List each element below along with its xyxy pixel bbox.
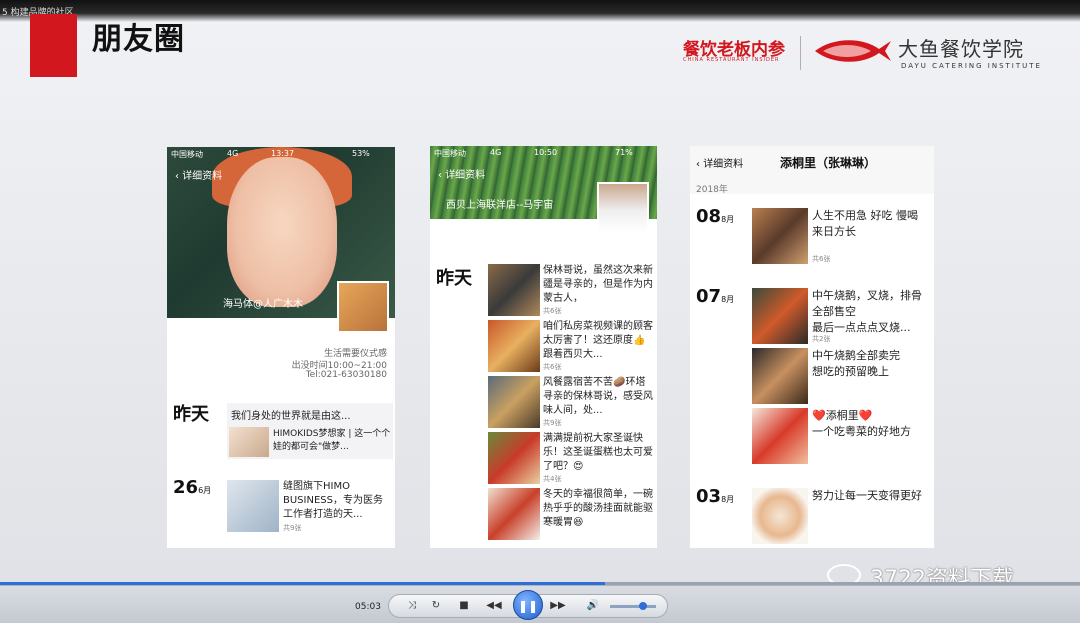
text-post[interactable]: 我们身处的世界就是由这... — [227, 403, 393, 425]
date-month: 8月 — [721, 295, 735, 304]
brand-insider-subtitle: CHINA RESTAURANT INSIDER — [683, 57, 780, 63]
profile-name: 海马体@人广木木 — [223, 299, 303, 310]
post-photo-grid — [488, 320, 540, 372]
post-text: 人生不用急 好吃 慢喝 来日方长 — [812, 209, 918, 238]
post-text: 咱们私房菜视频课的顾客太厉害了！这还原度👍跟着西贝大... — [543, 321, 653, 360]
date-label: 038月 — [696, 486, 734, 507]
post-photo[interactable] — [227, 480, 279, 532]
post-photo-grid — [488, 488, 540, 540]
post-text: 中午烧鹅，叉烧，排骨全部售空 最后一点点点叉烧... — [812, 289, 922, 334]
slide-stage: 5 构建品牌的社区 朋友圈 餐饮老板内参 CHINA RESTAURANT IN… — [0, 0, 1080, 623]
network-label: 4G — [227, 149, 239, 158]
signature-line-3: Tel:021-63030180 — [305, 370, 387, 380]
date-day: 26 — [173, 477, 199, 498]
shuffle-icon[interactable]: ⤨ — [404, 598, 420, 614]
accent-block — [30, 14, 77, 77]
post-text: 风餐露宿苦不苦🥔环塔寻亲的保林哥说，感受风味人间，处... — [543, 377, 653, 416]
battery-label: 53% — [352, 149, 370, 158]
status-bar: 中国移动 4G 10:50 71% — [430, 146, 657, 160]
network-label: 4G — [490, 148, 502, 157]
date-month: 8月 — [721, 495, 735, 504]
avatar[interactable] — [337, 281, 389, 333]
phone-screenshot-himo: 中国移动 4G 13:37 53% ‹ 详细资料 海马体@人广木木 生活需要仪式… — [167, 147, 395, 548]
date-label: 088月 — [696, 206, 734, 227]
profile-name: 西贝上海联洋店--马宇宙 — [446, 200, 554, 211]
feed-item[interactable]: 咱们私房菜视频课的顾客太厉害了！这还原度👍跟着西贝大... 共6张 — [488, 320, 653, 376]
back-label: 详细资料 — [182, 171, 223, 182]
link-post[interactable]: HIMOKIDS梦想家 | 这一个个娃的都可会"做梦... — [227, 425, 393, 459]
post-text: 努力让每一天变得更好 — [812, 489, 922, 502]
date-day: 07 — [696, 286, 722, 307]
photo-count: 共4张 — [543, 475, 562, 483]
nav-header: ‹ 详细资料 添桐里（张琳琳） — [690, 146, 934, 176]
photo-count: 共6张 — [543, 307, 562, 315]
post-photo[interactable] — [752, 348, 808, 404]
post-text: ❤️添桐里❤️ 一个吃粤菜的好地方 — [812, 409, 911, 438]
post-text: 保林哥说，虽然这次来新疆是寻亲的，但是作为内蒙古人， — [543, 265, 653, 304]
stop-icon[interactable]: ■ — [456, 598, 472, 614]
post-photo-grid — [488, 376, 540, 428]
feed-item[interactable]: 冬天的幸福很简单，一碗热乎乎的酸汤挂面就能驱寒暖胃😆 — [488, 488, 653, 544]
back-button[interactable]: ‹ 详细资料 — [175, 167, 222, 182]
date-month: 8月 — [721, 215, 735, 224]
date-day: 03 — [696, 486, 722, 507]
fish-logo-icon — [815, 40, 891, 62]
cover-photo-face — [227, 157, 337, 307]
feed-item[interactable]: 保林哥说，虽然这次来新疆是寻亲的，但是作为内蒙古人， 共6张 — [488, 264, 653, 320]
pause-button[interactable]: ❚❚ — [513, 590, 543, 620]
date-label: 266月 — [173, 477, 211, 498]
volume-slider[interactable] — [610, 602, 656, 610]
post-photo[interactable] — [752, 208, 808, 264]
post-text: 满满提前祝大家圣诞快乐！这圣诞蛋糕也太可爱了吧？😍 — [543, 433, 653, 472]
post-photo-grid — [488, 432, 540, 484]
back-label: 详细资料 — [445, 170, 486, 181]
slide-title: 朋友圈 — [92, 22, 185, 57]
feed-item[interactable]: 风餐露宿苦不苦🥔环塔寻亲的保林哥说，感受风味人间，处... 共9张 — [488, 376, 653, 432]
date-label: 078月 — [696, 286, 734, 307]
back-button[interactable]: ‹ 详细资料 — [438, 166, 485, 181]
clock-label: 13:37 — [271, 149, 295, 158]
moments-list: 088月 人生不用急 好吃 慢喝 来日方长 共6张 078月 中午烧鹅，叉烧，排… — [690, 194, 934, 548]
post-photo[interactable] — [752, 408, 808, 464]
repeat-icon[interactable]: ↻ — [428, 598, 444, 614]
post-text: HIMOKIDS梦想家 | 这一个个娃的都可会"做梦... — [273, 429, 391, 452]
photo-count: 共6张 — [543, 363, 562, 371]
battery-label: 71% — [615, 148, 633, 157]
post-photo[interactable] — [752, 288, 808, 344]
carrier-label: 中国移动 — [434, 149, 466, 158]
post-text: 缝图旗下HIMO BUSINESS，专为医务工作者打造的天... — [283, 481, 383, 520]
brand-dayu-subtitle: DAYU CATERING INSTITUTE — [901, 62, 1042, 70]
date-label-yesterday: 昨天 — [436, 268, 472, 289]
post-photo-grid — [488, 264, 540, 316]
post-thumbnail — [229, 427, 269, 457]
clock-label: 10:50 — [534, 148, 558, 157]
rewind-icon[interactable]: ◀◀ — [486, 598, 502, 614]
back-label: 详细资料 — [703, 159, 744, 170]
post-text: 我们身处的世界就是由这... — [231, 411, 351, 422]
date-day: 08 — [696, 206, 722, 227]
carrier-label: 中国移动 — [171, 150, 203, 159]
status-bar: 中国移动 4G 13:37 53% — [167, 147, 395, 161]
photo-count: 共9张 — [543, 419, 562, 427]
phone-screenshot-xibei: 中国移动 4G 10:50 71% ‹ 详细资料 西贝上海联洋店--马宇宙 昨天… — [430, 146, 657, 548]
feed-item[interactable]: 满满提前祝大家圣诞快乐！这圣诞蛋糕也太可爱了吧？😍 共4张 — [488, 432, 653, 488]
post-text: 中午烧鹅全部卖完 想吃的预留晚上 — [812, 349, 900, 378]
photo-count: 共6张 — [812, 255, 831, 263]
date-month: 6月 — [198, 486, 212, 495]
back-button[interactable]: ‹ 详细资料 — [696, 155, 743, 170]
photo-count: 共2张 — [812, 335, 831, 343]
logo-divider — [800, 36, 801, 70]
fast-forward-icon[interactable]: ▶▶ — [550, 598, 566, 614]
phone-screenshot-tiantongli: ‹ 详细资料 添桐里（张琳琳） 2018年 088月 人生不用急 好吃 慢喝 来… — [690, 146, 934, 548]
photo-count: 共9张 — [283, 524, 302, 532]
date-label-yesterday: 昨天 — [173, 404, 209, 425]
volume-icon[interactable]: 🔊 — [585, 598, 601, 614]
avatar[interactable] — [597, 182, 649, 234]
post-photo[interactable] — [752, 488, 808, 544]
playback-time: 05:03 — [355, 602, 381, 612]
profile-title: 添桐里（张琳琳） — [780, 156, 877, 170]
brand-dayu-logo: 大鱼餐饮学院 — [898, 37, 1024, 61]
media-player-controls: 05:03 ⤨ ↻ ■ ◀◀ ❚❚ ▶▶ 🔊 — [0, 585, 1080, 623]
post-text: 冬天的幸福很简单，一碗热乎乎的酸汤挂面就能驱寒暖胃😆 — [543, 489, 653, 528]
